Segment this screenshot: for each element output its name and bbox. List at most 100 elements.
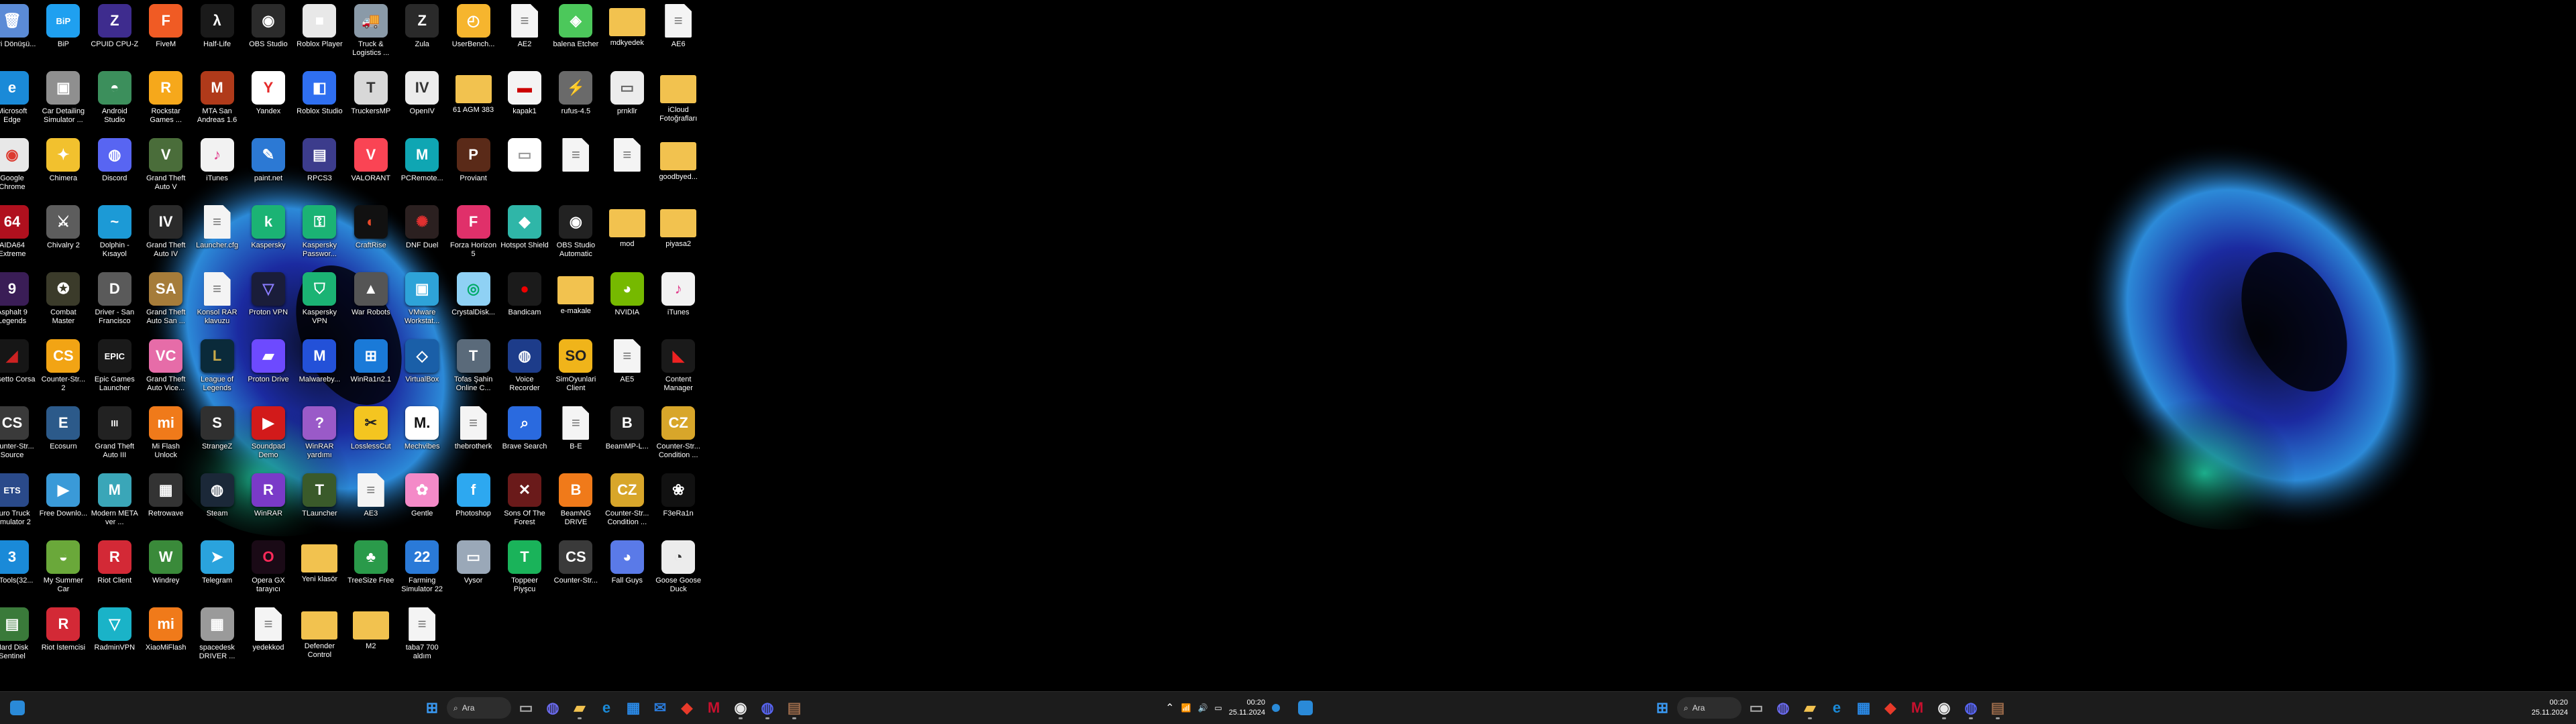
desktop-icon[interactable]: M2 [347,603,395,670]
desktop-icon[interactable]: mi Mi Flash Unlock [142,402,190,469]
taskbar-task-view-button[interactable]: ▭ [1744,696,1768,720]
desktop-icon[interactable]: ✿ Gentle [398,469,446,536]
desktop-icon[interactable]: ≡ [551,134,600,201]
desktop-icon[interactable]: IV Grand Theft Auto IV [142,201,190,268]
desktop-icon[interactable]: ▣ VMware Workstat... [398,268,446,335]
desktop-icon[interactable]: f Photoshop [449,469,498,536]
desktop-icon[interactable]: ✺ DNF Duel [398,201,446,268]
taskbar-discord-button[interactable]: ◍ [755,696,780,720]
desktop-icon[interactable]: λ Half-Life [193,0,241,67]
desktop-icon[interactable]: iCloud Fotoğrafları [654,67,702,134]
desktop-icon[interactable]: Z Zula [398,0,446,67]
desktop-icon[interactable]: ≡ AE5 [603,335,651,402]
desktop-icon[interactable]: 22 Farming Simulator 22 [398,536,446,603]
desktop-icon[interactable]: CZ Counter-Str... Condition ... [654,402,702,469]
desktop-icon[interactable]: ≡ Konsol RAR klavuzu [193,268,241,335]
desktop-icon[interactable]: B BeamNG DRIVE [551,469,600,536]
desktop-icon[interactable]: ● Bandicam [500,268,549,335]
taskbar-start-button[interactable]: ⊞ [420,696,444,720]
desktop-icon[interactable]: Z CPUID CPU-Z [91,0,139,67]
desktop-icon[interactable]: ◢ Assetto Corsa [0,335,36,402]
widgets-button-secondary[interactable] [1293,697,1318,719]
desktop-icon[interactable]: V Grand Theft Auto V [142,134,190,201]
taskbar-search[interactable]: ⌕ Ara [1677,697,1741,719]
desktop-icon[interactable]: ▣ Car Detailing Simulator ... [39,67,87,134]
desktop-icon[interactable]: 61 AGM 383 [449,67,498,134]
desktop-icon[interactable]: 3 3uTools(32... [0,536,36,603]
desktop-icon[interactable]: e-makale [551,268,600,335]
desktop-icon[interactable]: SA Grand Theft Auto San ... [142,268,190,335]
wifi-icon[interactable]: 📶 [1181,703,1191,713]
desktop-icon[interactable]: 🗑 Geri Dönüşü... [0,0,36,67]
desktop-icon[interactable]: ◒ My Summer Car [39,536,87,603]
taskbar-start-button[interactable]: ⊞ [1650,696,1674,720]
desktop-icon[interactable]: ◍ Voice Recorder [500,335,549,402]
desktop-icon[interactable]: ▭ Vysor [449,536,498,603]
desktop-icon[interactable]: L League of Legends [193,335,241,402]
taskbar-chat-button[interactable]: ◍ [541,696,565,720]
taskbar-chrome-button[interactable]: ◉ [1932,696,1956,720]
desktop-icon[interactable]: Y Yandex [244,67,292,134]
desktop-icon[interactable]: ◴ UserBench... [449,0,498,67]
desktop-icon[interactable]: IV OpenIV [398,67,446,134]
clock[interactable]: 00:20 25.11.2024 [1229,698,1265,718]
desktop-icon[interactable]: ◕ Fall Guys [603,536,651,603]
desktop-icon[interactable]: F FiveM [142,0,190,67]
desktop-icon[interactable]: ◈ balena Etcher [551,0,600,67]
desktop-icon[interactable]: mod [603,201,651,268]
taskbar-store-button[interactable]: ▦ [621,696,645,720]
desktop-icon[interactable]: ✎ paint.net [244,134,292,201]
taskbar-task-view-button[interactable]: ▭ [514,696,538,720]
desktop-icon[interactable]: ♪ iTunes [193,134,241,201]
desktop-icon[interactable]: ⊞ WinRa1n2.1 [347,335,395,402]
desktop-icon[interactable]: CS Counter-Str... Source [0,402,36,469]
desktop-icon[interactable]: ⚿ Kaspersky Passwor... [295,201,343,268]
desktop-icon[interactable]: III Grand Theft Auto III [91,402,139,469]
taskbar-file-explorer-button[interactable]: ▰ [1798,696,1822,720]
taskbar-app-button[interactable]: ▤ [1986,696,2010,720]
desktop-icon[interactable]: ◓ Android Studio [91,67,139,134]
desktop-icon[interactable]: ? WinRAR yardımı [295,402,343,469]
desktop-icon[interactable]: ◣ Content Manager [654,335,702,402]
taskbar-edge-button[interactable]: e [1825,696,1849,720]
taskbar-mcafee-button[interactable]: M [702,696,726,720]
desktop-icon[interactable]: E Ecosurn [39,402,87,469]
desktop-icon[interactable]: ▰ Proton Drive [244,335,292,402]
desktop-icon[interactable]: ◐ CraftRise [347,201,395,268]
desktop-icon[interactable]: W Windrey [142,536,190,603]
desktop-icon[interactable]: ⚡ rufus-4.5 [551,67,600,134]
desktop-icon[interactable]: ≡ AE3 [347,469,395,536]
desktop-icon[interactable]: ◍ Steam [193,469,241,536]
desktop-icon[interactable]: M. Mechvibes [398,402,446,469]
desktop-icon[interactable]: ▤ Hard Disk Sentinel [0,603,36,670]
desktop-icon[interactable]: ▶ Free Downlo... [39,469,87,536]
desktop-icon[interactable]: ▭ [500,134,549,201]
desktop-icon[interactable]: ≡ [603,134,651,201]
desktop-icon[interactable]: ✂ LosslessCut [347,402,395,469]
desktop-icon[interactable]: ≡ B-E [551,402,600,469]
desktop-icon[interactable]: O Opera GX tarayıcı [244,536,292,603]
desktop-icon[interactable]: ◉ OBS Studio Automatic [551,201,600,268]
desktop-icon[interactable]: ≡ taba7 700 aldım [398,603,446,670]
desktop-icon[interactable]: M MTA San Andreas 1.6 [193,67,241,134]
desktop-icon[interactable]: ▶ Soundpad Demo [244,402,292,469]
taskbar-chat-button[interactable]: ◍ [1771,696,1795,720]
desktop-icon[interactable]: ≡ yedekkod [244,603,292,670]
desktop-icon[interactable]: D Driver - San Francisco [91,268,139,335]
desktop-icon[interactable]: EPIC Epic Games Launcher [91,335,139,402]
taskbar-discord-button[interactable]: ◍ [1959,696,1983,720]
desktop-icon[interactable]: T Toppeer Piyşcu [500,536,549,603]
taskbar-anydesk-button[interactable]: ◆ [1878,696,1902,720]
desktop-icon[interactable]: ▬ kapak1 [500,67,549,134]
desktop-icon[interactable]: SO SimOyunlari Client [551,335,600,402]
desktop-icon[interactable]: ◎ CrystalDisk... [449,268,498,335]
desktop-icon[interactable]: ❀ F3eRa1n [654,469,702,536]
desktop-icon[interactable]: ▭ prnkllr [603,67,651,134]
desktop-icon[interactable]: mi XiaoMiFlash [142,603,190,670]
desktop-icon[interactable]: piyasa2 [654,201,702,268]
desktop-icon[interactable]: BiP BiP [39,0,87,67]
desktop-icon[interactable]: ♣ TreeSize Free [347,536,395,603]
taskbar-anydesk-button[interactable]: ◆ [675,696,699,720]
desktop-icon[interactable]: P Proviant [449,134,498,201]
taskbar-edge-button[interactable]: e [594,696,619,720]
